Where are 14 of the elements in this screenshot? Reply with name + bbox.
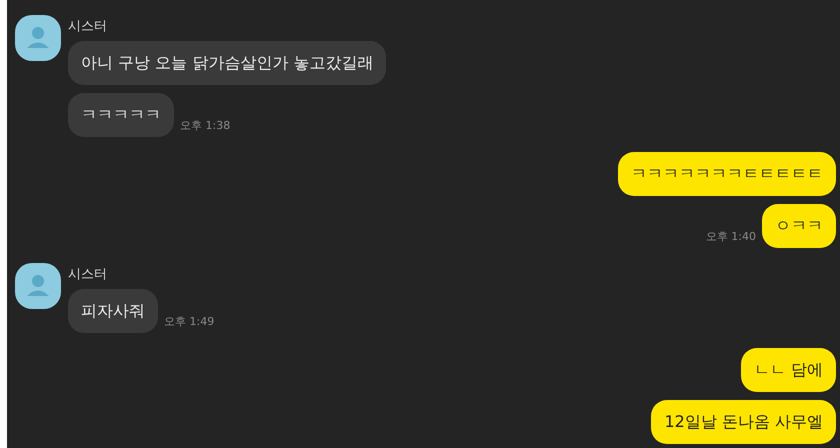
timestamp: 오후 1:49 <box>164 314 214 330</box>
sender-name: 시스터 <box>68 266 107 283</box>
message-bubble: ㅇㅋㅋ <box>762 204 836 248</box>
message-bubble: ㄴㄴ 담에 <box>740 348 836 392</box>
message-bubble: 피자사줘 <box>68 289 158 333</box>
timestamp: 오후 1:40 <box>706 229 756 245</box>
message-bubble: 12일날 돈나옴 사무엘 <box>651 400 836 444</box>
sender-name: 시스터 <box>68 18 107 35</box>
message-bubble: ㅋㅋㅋㅋㅋ <box>68 93 174 137</box>
message-bubble: 아니 구낭 오늘 닭가슴살인가 놓고갔길래 <box>68 41 386 85</box>
timestamp: 오후 1:38 <box>180 118 230 134</box>
avatar-icon[interactable] <box>15 263 61 309</box>
avatar-icon[interactable] <box>15 15 61 61</box>
message-bubble: ㅋㅋㅋㅋㅋㅋㅋㅌㅌㅌㅌㅌ <box>618 152 836 196</box>
